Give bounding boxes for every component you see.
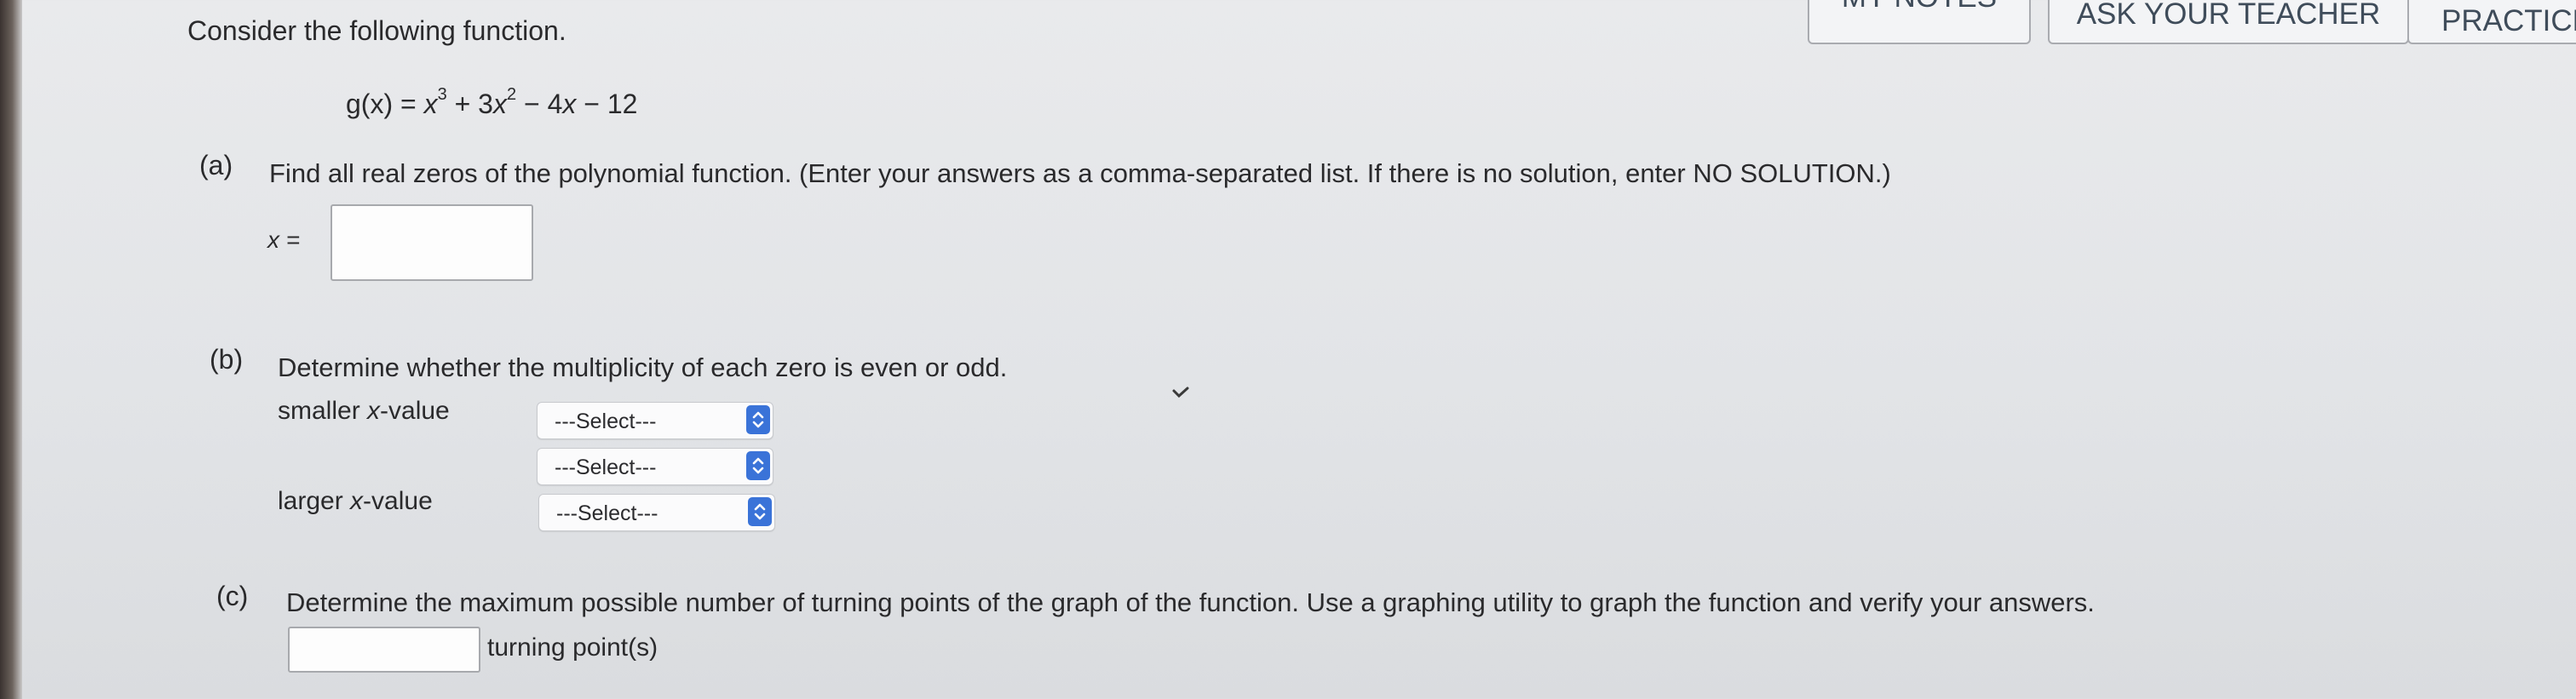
my-notes-label: MY NOTES — [1842, 0, 1997, 14]
ask-your-teacher-label: ASK YOUR TEACHER — [2076, 0, 2381, 31]
zeros-answer-input[interactable] — [331, 204, 533, 281]
middle-x-multiplicity-select[interactable]: ---Select--- — [537, 448, 773, 485]
larger-x-multiplicity-select[interactable]: ---Select--- — [538, 494, 775, 531]
select-value: ---Select--- — [555, 455, 657, 479]
function-term3-base: x — [562, 89, 577, 119]
function-term1-exponent: 3 — [437, 85, 447, 104]
x-equals-label: x = — [267, 226, 301, 253]
function-term1-base: x — [423, 89, 438, 119]
select-arrows-icon — [748, 497, 772, 526]
function-term2-base: x — [492, 89, 507, 119]
select-value: ---Select--- — [555, 410, 657, 433]
desk-edge — [0, 0, 22, 699]
problem-intro: Consider the following function. — [187, 15, 566, 46]
select-arrows-icon — [746, 405, 770, 434]
my-notes-button[interactable]: MY NOTES — [1808, 0, 2031, 44]
function-term3-prefix: − 4 — [516, 89, 563, 119]
part-a-answer-prefix: x = — [267, 226, 300, 254]
larger-label-var: x — [350, 487, 364, 515]
part-c-question: Determine the maximum possible number of… — [286, 587, 2095, 617]
turning-points-input[interactable] — [288, 627, 480, 673]
ask-your-teacher-button[interactable]: ASK YOUR TEACHER — [2048, 0, 2409, 44]
part-b-question: Determine whether the multiplicity of ea… — [278, 352, 1008, 382]
checkmark-icon — [1172, 387, 1189, 398]
function-expression: g(x) = x3 + 3x2 − 4x − 12 — [346, 85, 638, 120]
part-b-label: (b) — [210, 344, 244, 375]
larger-label-prefix: larger — [278, 487, 351, 515]
smaller-label-suffix: -value — [380, 397, 450, 425]
function-lhs: g(x) = — [346, 89, 424, 119]
turning-points-suffix: turning point(s) — [487, 633, 658, 662]
practice-label: PRACTICE — [2441, 4, 2576, 37]
practice-button[interactable]: PRACTICE — [2407, 0, 2576, 44]
part-c-label: (c) — [216, 581, 249, 611]
smaller-label-var: x — [367, 397, 381, 425]
function-term2-prefix: + 3 — [446, 89, 493, 119]
part-a-question: Find all real zeros of the polynomial fu… — [269, 158, 1891, 188]
function-term2-exponent: 2 — [506, 85, 517, 104]
select-value: ---Select--- — [556, 501, 658, 525]
larger-label-suffix: -value — [363, 487, 433, 515]
smaller-x-multiplicity-select[interactable]: ---Select--- — [537, 402, 773, 439]
smaller-label-prefix: smaller — [278, 397, 368, 425]
smaller-x-value-label: smaller x-value — [278, 397, 450, 426]
part-a-label: (a) — [199, 150, 233, 180]
function-term4: − 12 — [576, 89, 638, 119]
problem-page: MY NOTES ASK YOUR TEACHER PRACTICE Consi… — [22, 0, 2576, 699]
select-arrows-icon — [746, 451, 770, 480]
larger-x-value-label: larger x-value — [278, 487, 433, 516]
